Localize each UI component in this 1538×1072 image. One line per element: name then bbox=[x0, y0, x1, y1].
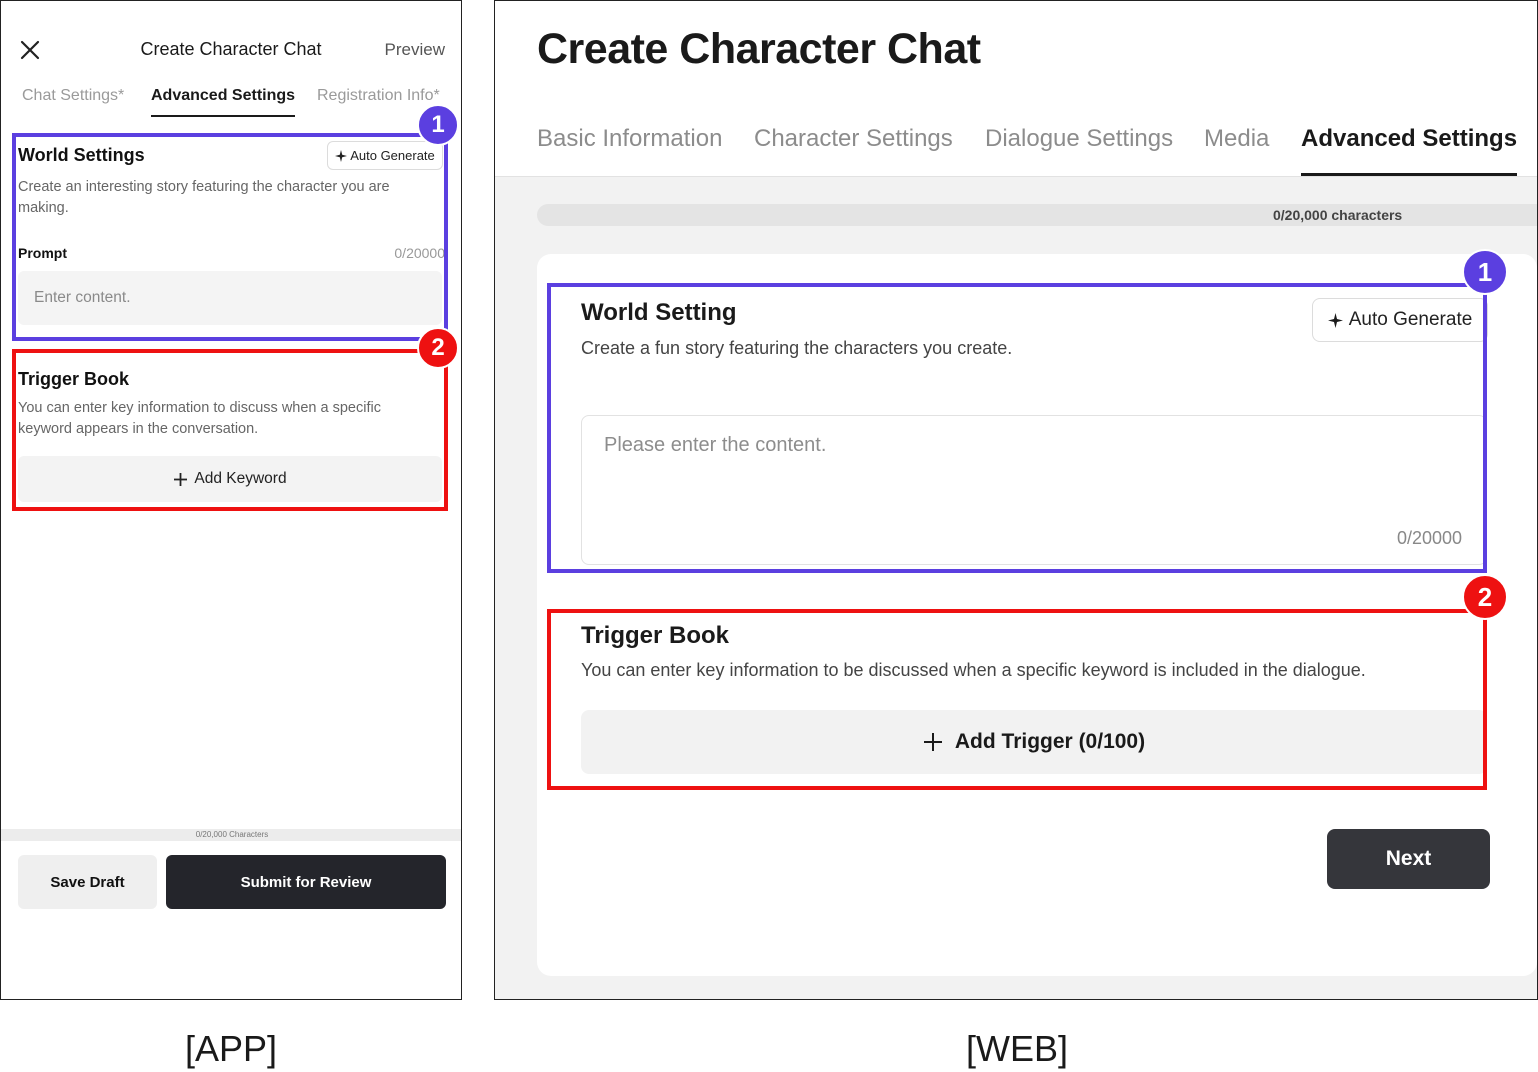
world-setting-description: Create a fun story featuring the charact… bbox=[581, 338, 1013, 358]
submit-review-button[interactable]: Submit for Review bbox=[166, 855, 446, 909]
auto-generate-label: Auto Generate bbox=[1348, 309, 1473, 330]
add-keyword-label: Add Keyword bbox=[194, 470, 287, 487]
tab-advanced-settings[interactable]: Advanced Settings bbox=[1301, 125, 1518, 176]
trigger-book-title: Trigger Book bbox=[581, 622, 730, 649]
sparkle-icon bbox=[335, 149, 348, 162]
add-trigger-button[interactable]: Add Trigger (0/100) bbox=[581, 710, 1487, 774]
tab-basic-information[interactable]: Basic Information bbox=[537, 125, 722, 173]
world-setting-title: World Setting bbox=[581, 299, 737, 326]
web-screen: Create Character Chat Basic Information … bbox=[494, 0, 1538, 1000]
tab-advanced-settings[interactable]: Advanced Settings bbox=[151, 87, 296, 117]
progress-text: 0/20,000 characters bbox=[1273, 207, 1403, 223]
preview-button[interactable]: Preview bbox=[385, 40, 445, 60]
tab-media[interactable]: Media bbox=[1204, 125, 1269, 173]
app-caption: [APP] bbox=[184, 1028, 278, 1069]
auto-generate-button[interactable]: Auto Generate bbox=[1312, 298, 1488, 342]
annotation-badge-1: 1 bbox=[1462, 249, 1508, 295]
prompt-char-count: 0/20000 bbox=[394, 245, 445, 261]
world-setting-char-count: 0/20000 bbox=[1397, 528, 1463, 548]
world-settings-title: World Settings bbox=[18, 145, 145, 165]
web-page-title: Create Character Chat bbox=[537, 25, 981, 73]
character-count-progress: 0/20,000 Characters bbox=[1, 829, 461, 841]
trigger-book-description: You can enter key information to discuss… bbox=[18, 400, 381, 437]
app-screen: Create Character Chat Preview Chat Setti… bbox=[0, 0, 462, 1000]
next-button[interactable]: Next bbox=[1327, 829, 1490, 889]
world-setting-textarea[interactable] bbox=[581, 415, 1487, 565]
annotation-badge-2: 2 bbox=[1462, 574, 1508, 620]
trigger-book-title: Trigger Book bbox=[18, 369, 130, 389]
web-caption: [WEB] bbox=[965, 1028, 1068, 1069]
add-keyword-button[interactable]: Add Keyword bbox=[18, 456, 442, 502]
auto-generate-button[interactable]: Auto Generate bbox=[327, 141, 443, 170]
annotation-badge-1: 1 bbox=[417, 104, 459, 146]
web-header: Create Character Chat Basic Information … bbox=[495, 1, 1537, 177]
app-tab-bar: Chat Settings* Advanced Settings Registr… bbox=[1, 87, 461, 121]
annotation-badge-2: 2 bbox=[417, 327, 459, 369]
tab-chat-settings[interactable]: Chat Settings* bbox=[22, 87, 124, 115]
tab-character-settings[interactable]: Character Settings bbox=[754, 125, 953, 173]
plus-icon bbox=[174, 472, 188, 486]
save-draft-button[interactable]: Save Draft bbox=[18, 855, 157, 909]
prompt-input[interactable] bbox=[18, 271, 442, 325]
world-settings-description: Create an interesting story featuring th… bbox=[18, 179, 390, 216]
prompt-label: Prompt bbox=[18, 245, 67, 261]
trigger-book-description: You can enter key information to be disc… bbox=[581, 660, 1366, 680]
tab-dialogue-settings[interactable]: Dialogue Settings bbox=[985, 125, 1173, 173]
auto-generate-label: Auto Generate bbox=[350, 148, 435, 163]
plus-icon bbox=[923, 733, 942, 751]
add-trigger-label: Add Trigger (0/100) bbox=[954, 730, 1146, 753]
progress-text: 0/20,000 Characters bbox=[195, 830, 269, 839]
sparkle-icon bbox=[1327, 312, 1343, 328]
